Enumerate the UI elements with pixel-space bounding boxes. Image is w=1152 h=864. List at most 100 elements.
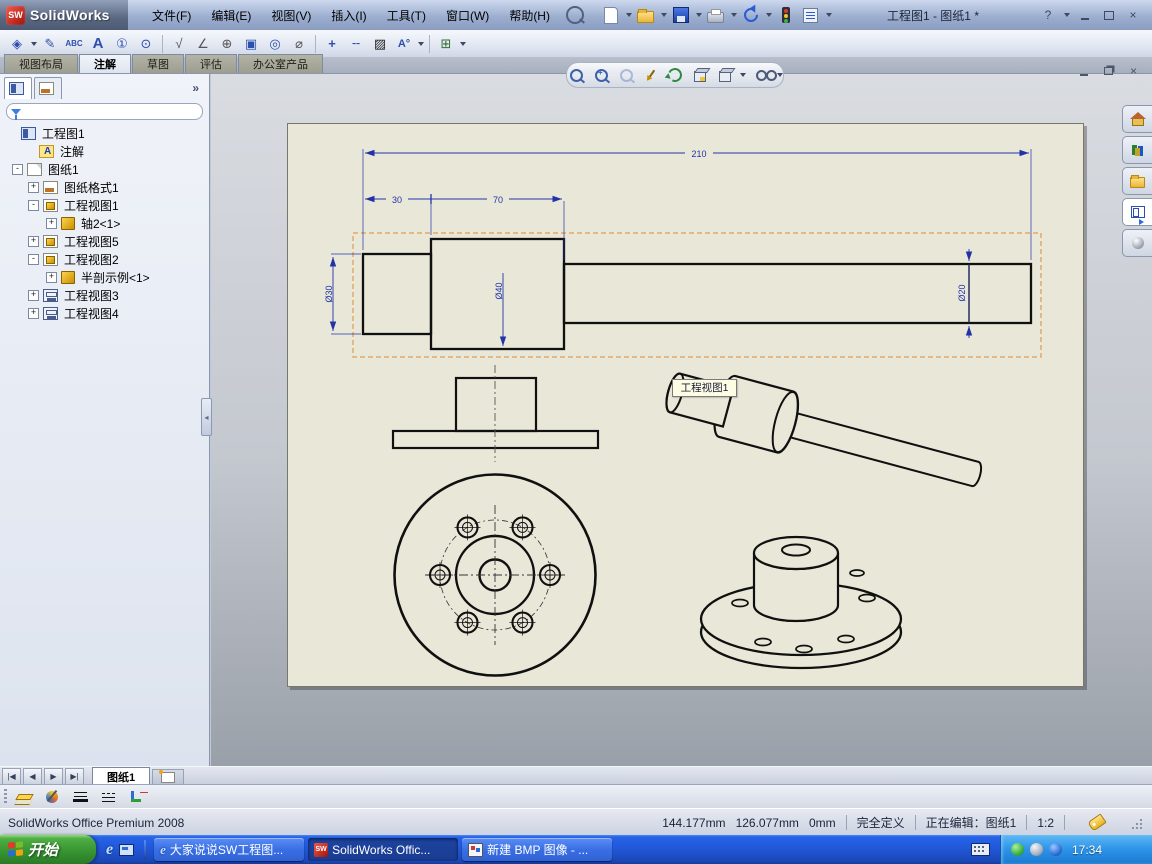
tab-sketch[interactable]: 草图 <box>132 54 184 73</box>
tree-item-label[interactable]: 半剖示例<1> <box>79 269 152 286</box>
line-thickness-button[interactable] <box>69 787 91 807</box>
tree-item[interactable]: - 工程视图1 <box>0 196 209 214</box>
taskbar-button-solidworks[interactable]: SW SolidWorks Offic... <box>308 838 459 861</box>
tree-item[interactable]: - 图纸1 <box>0 160 209 178</box>
undo-button[interactable] <box>740 4 762 26</box>
tree-item-label[interactable]: 图纸1 <box>46 161 81 178</box>
dropdown-arrow-icon[interactable] <box>460 41 466 46</box>
balloon-button[interactable]: ① <box>111 33 133 55</box>
tables-button[interactable]: ⊞ <box>435 33 457 55</box>
centerline-button[interactable]: ╌ <box>345 33 367 55</box>
area-hatch-fill-button[interactable]: ▨ <box>369 33 391 55</box>
menu-view[interactable]: 视图(V) <box>261 5 321 26</box>
save-button[interactable] <box>670 4 692 26</box>
expand-toggle[interactable]: - <box>12 163 23 175</box>
panel-flyout-chevron[interactable]: » <box>192 81 205 95</box>
tree-item[interactable]: + 工程视图4 <box>0 304 209 322</box>
tab-annotation[interactable]: 注解 <box>79 54 131 73</box>
next-sheet-button[interactable]: ▶ <box>44 768 63 785</box>
hole-callout-button[interactable]: ⌀ <box>288 33 310 55</box>
smart-dimension-button[interactable]: ◈ <box>6 33 28 55</box>
clock[interactable]: 17:34 <box>1072 843 1102 857</box>
tree-item[interactable]: 注解 <box>0 142 209 160</box>
dropdown-arrow-icon[interactable] <box>765 13 772 17</box>
tab-evaluate[interactable]: 评估 <box>185 54 237 73</box>
expand-toggle[interactable]: - <box>28 199 39 211</box>
dropdown-arrow-icon[interactable] <box>1064 13 1070 17</box>
first-sheet-button[interactable]: |◀ <box>2 768 21 785</box>
doc-restore-button[interactable] <box>1100 64 1117 78</box>
menu-window[interactable]: 窗口(W) <box>436 5 499 26</box>
dropdown-arrow-icon[interactable] <box>730 13 737 17</box>
tree-item-label[interactable]: 图纸格式1 <box>62 179 121 196</box>
solidworks-resources-tab[interactable] <box>1122 105 1152 133</box>
blocks-button[interactable]: A° <box>393 33 415 55</box>
expand-toggle[interactable]: + <box>46 271 57 283</box>
tree-item[interactable]: + 工程视图3 <box>0 286 209 304</box>
search-icon[interactable] <box>565 6 584 24</box>
tree-item-label[interactable]: 工程视图4 <box>62 305 121 322</box>
dropdown-arrow-icon[interactable] <box>740 73 747 77</box>
tree-item-label[interactable]: 注解 <box>58 143 86 160</box>
options-button[interactable] <box>800 4 822 26</box>
note-button[interactable]: A <box>87 33 109 55</box>
layer-properties-button[interactable] <box>13 787 35 807</box>
expand-toggle[interactable]: + <box>46 217 57 229</box>
rebuild-button[interactable] <box>775 4 797 26</box>
spell-checker-button[interactable]: ABC <box>63 33 85 55</box>
tree-item-label[interactable]: 轴2<1> <box>79 215 122 232</box>
minimize-button[interactable] <box>1076 8 1094 22</box>
menu-tools[interactable]: 工具(T) <box>377 5 436 26</box>
keyboard-layout-icon[interactable] <box>971 843 990 856</box>
help-button[interactable]: ? <box>1039 8 1057 22</box>
green-status-icon[interactable] <box>1011 843 1024 856</box>
zoom-to-fit-button[interactable] <box>567 66 587 84</box>
refresh-view-button[interactable] <box>666 66 686 84</box>
appearances-tab[interactable] <box>1122 229 1152 257</box>
feature-tree-tab[interactable] <box>4 77 32 99</box>
dropdown-arrow-icon[interactable] <box>660 13 667 17</box>
show-desktop-icon[interactable] <box>119 843 135 856</box>
doc-close-button[interactable]: × <box>1125 64 1142 78</box>
tree-item-label[interactable]: 工程视图1 <box>62 197 121 214</box>
tree-item[interactable]: + 工程视图5 <box>0 232 209 250</box>
design-library-tab[interactable] <box>1122 136 1152 164</box>
line-style-button[interactable] <box>97 787 119 807</box>
zoom-to-area-button[interactable] <box>592 66 612 84</box>
file-explorer-tab[interactable] <box>1122 167 1152 195</box>
line-color-button[interactable] <box>41 787 63 807</box>
tree-item[interactable]: + 半剖示例<1> <box>0 268 209 286</box>
print-button[interactable] <box>705 4 727 26</box>
auto-balloon-button[interactable]: ⊙ <box>135 33 157 55</box>
menu-file[interactable]: 文件(F) <box>142 5 201 26</box>
tab-view-layout[interactable]: 视图布局 <box>4 54 78 73</box>
center-mark-button[interactable]: + <box>321 33 343 55</box>
last-sheet-button[interactable]: ▶| <box>65 768 84 785</box>
maximize-button[interactable] <box>1100 8 1118 22</box>
dropdown-arrow-icon[interactable] <box>695 13 702 17</box>
taskbar-button-bmp-image[interactable]: 新建 BMP 图像 - ... <box>462 838 613 861</box>
dimension-text[interactable]: 210 30 70 Ø30 Ø40 Ø20 <box>324 148 967 303</box>
datum-feature-button[interactable]: ▣ <box>240 33 262 55</box>
tag-icon[interactable] <box>1087 813 1107 832</box>
pan-rotate-button[interactable] <box>641 66 661 84</box>
gray-status-icon[interactable] <box>1030 843 1043 856</box>
tree-item[interactable]: + 图纸格式1 <box>0 178 209 196</box>
tab-office-products[interactable]: 办公室产品 <box>238 54 323 73</box>
menu-help[interactable]: 帮助(H) <box>499 5 560 26</box>
tree-item[interactable]: - 工程视图2 <box>0 250 209 268</box>
hide-show-edges-button[interactable] <box>125 787 147 807</box>
doc-minimize-button[interactable] <box>1075 64 1092 78</box>
display-style-button[interactable] <box>751 66 777 84</box>
flange-front-view[interactable] <box>391 365 600 462</box>
tree-item-label[interactable]: 工程图1 <box>40 125 87 142</box>
zoom-previous-button[interactable] <box>616 66 636 84</box>
surface-finish-button[interactable]: √ <box>168 33 190 55</box>
expand-toggle[interactable]: + <box>28 289 39 301</box>
view-palette-tab[interactable] <box>1122 198 1152 226</box>
dropdown-arrow-icon[interactable] <box>31 41 37 46</box>
expand-toggle[interactable]: - <box>28 253 39 265</box>
drawing-sheet[interactable]: 210 30 70 Ø30 Ø40 Ø20 <box>287 123 1084 687</box>
filter-box[interactable] <box>6 103 203 120</box>
tree-item-label[interactable]: 工程视图2 <box>62 251 121 268</box>
